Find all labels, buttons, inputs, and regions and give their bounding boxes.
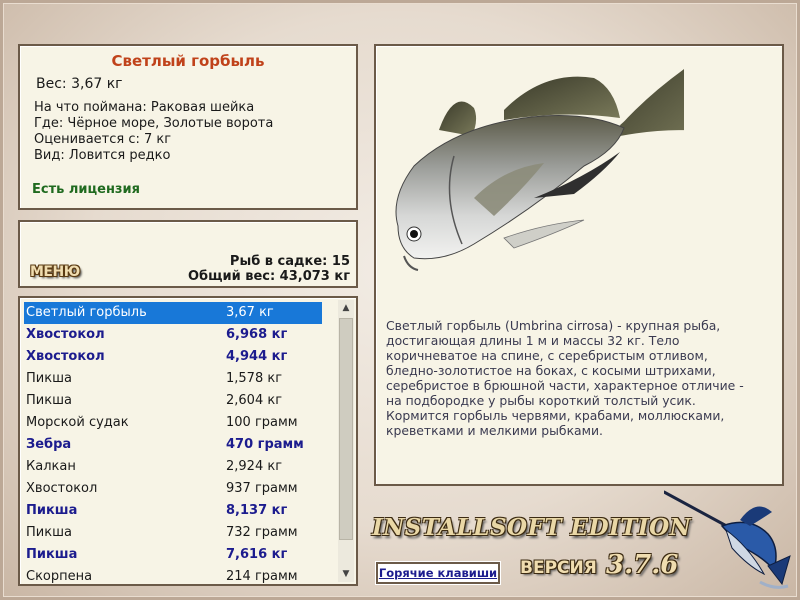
catch-fish-name: Пикша <box>26 393 72 408</box>
catch-list-scrollbar[interactable]: ▲ ▼ <box>338 300 354 582</box>
catch-fish-name: Хвостокол <box>26 327 105 342</box>
catch-fish-name: Хвостокол <box>26 349 105 364</box>
license-status: Есть лицензия <box>32 182 140 197</box>
catch-fish-weight: 2,924 кг <box>226 459 283 474</box>
menu-button[interactable]: МЕНЮ <box>30 264 80 280</box>
catch-list-row[interactable]: Скорпена 214 грамм <box>24 566 322 584</box>
catch-list-row[interactable]: Пикша 2,604 кг <box>24 390 322 412</box>
catch-fish-weight: 6,968 кг <box>226 327 288 342</box>
catch-list-rows: Светлый горбыль 3,67 кг Хвостокол 6,968 кг Х… <box>24 302 356 584</box>
catch-list-row[interactable]: Пикша 1,578 кг <box>24 368 322 390</box>
catch-fish-weight: 937 грамм <box>226 481 298 496</box>
catch-list-row[interactable]: Зебра 470 грамм <box>24 434 322 456</box>
catch-fish-weight: 8,137 кг <box>226 503 288 518</box>
catch-fish-name: Пикша <box>26 525 72 540</box>
catch-list-row[interactable]: Пикша 732 грамм <box>24 522 322 544</box>
catch-fish-name: Светлый горбыль <box>26 305 147 320</box>
marlin-logo-icon <box>664 490 791 589</box>
catch-list-row[interactable]: Хвостокол 6,968 кг <box>24 324 322 346</box>
catch-fish-weight: 470 грамм <box>226 437 304 452</box>
fish-location: Где: Чёрное море, Золотые ворота <box>34 116 274 131</box>
fish-count: Рыб в садке: 15 <box>229 254 350 269</box>
catch-fish-weight: 7,616 кг <box>226 547 288 562</box>
catch-fish-weight: 100 грамм <box>226 415 298 430</box>
catch-fish-weight: 732 грамм <box>226 525 298 540</box>
menu-panel: МЕНЮ Рыб в садке: 15 Общий вес: 43,073 к… <box>18 220 358 288</box>
catch-list[interactable]: Светлый горбыль 3,67 кг Хвостокол 6,968 кг Х… <box>18 296 358 586</box>
catch-list-row[interactable]: Пикша 8,137 кг <box>24 500 322 522</box>
catch-fish-weight: 1,578 кг <box>226 371 283 386</box>
catch-list-row[interactable]: Пикша 7,616 кг <box>24 544 322 566</box>
catch-list-row[interactable]: Светлый горбыль 3,67 кг <box>24 302 322 324</box>
catch-fish-name: Пикша <box>26 371 72 386</box>
scrollbar-thumb[interactable] <box>339 318 353 540</box>
fish-image-icon <box>395 69 684 271</box>
catch-list-row[interactable]: Морской судак 100 грамм <box>24 412 322 434</box>
hotkeys-button[interactable]: Горячие клавиши <box>375 561 501 585</box>
catch-fish-weight: 2,604 кг <box>226 393 283 408</box>
catch-fish-name: Скорпена <box>26 569 93 584</box>
fish-description: Светлый горбыль (Umbrina cirrosa) - круп… <box>386 318 744 438</box>
catch-fish-name: Пикша <box>26 547 78 562</box>
fish-bait: На что поймана: Раковая шейка <box>34 100 255 115</box>
fish-detail-panel: Светлый горбыль (Umbrina cirrosa) - круп… <box>374 44 784 486</box>
catch-fish-name: Пикша <box>26 503 78 518</box>
scroll-down-arrow-icon[interactable]: ▼ <box>338 566 354 582</box>
scroll-up-arrow-icon[interactable]: ▲ <box>338 300 354 316</box>
fish-title: Светлый горбыль <box>111 52 265 70</box>
catch-fish-name: Калкан <box>26 459 76 474</box>
catch-fish-weight: 214 грамм <box>226 569 298 584</box>
catch-fish-weight: 3,67 кг <box>226 305 274 320</box>
fish-valuation: Оценивается с: 7 кг <box>34 132 172 147</box>
catch-list-row[interactable]: Хвостокол 4,944 кг <box>24 346 322 368</box>
catch-fish-weight: 4,944 кг <box>226 349 288 364</box>
fish-rarity: Вид: Ловится редко <box>34 148 171 163</box>
catch-fish-name: Хвостокол <box>26 481 98 496</box>
keepnet-stats: Рыб в садке: 15 Общий вес: 43,073 кг <box>188 254 350 284</box>
catch-list-row[interactable]: Хвостокол 937 грамм <box>24 478 322 500</box>
catch-list-row[interactable]: Калкан 2,924 кг <box>24 456 322 478</box>
catch-fish-name: Зебра <box>26 437 72 452</box>
catch-fish-name: Морской судак <box>26 415 129 430</box>
fish-weight: Вес: 3,67 кг <box>36 76 123 92</box>
fish-info-panel: Светлый горбыль Вес: 3,67 кг На что пойм… <box>18 44 358 210</box>
version-label: ВЕРСИЯ <box>520 558 597 578</box>
total-weight: Общий вес: 43,073 кг <box>187 269 350 284</box>
edition-logo: INSTALLSOFT EDITION <box>372 514 692 541</box>
